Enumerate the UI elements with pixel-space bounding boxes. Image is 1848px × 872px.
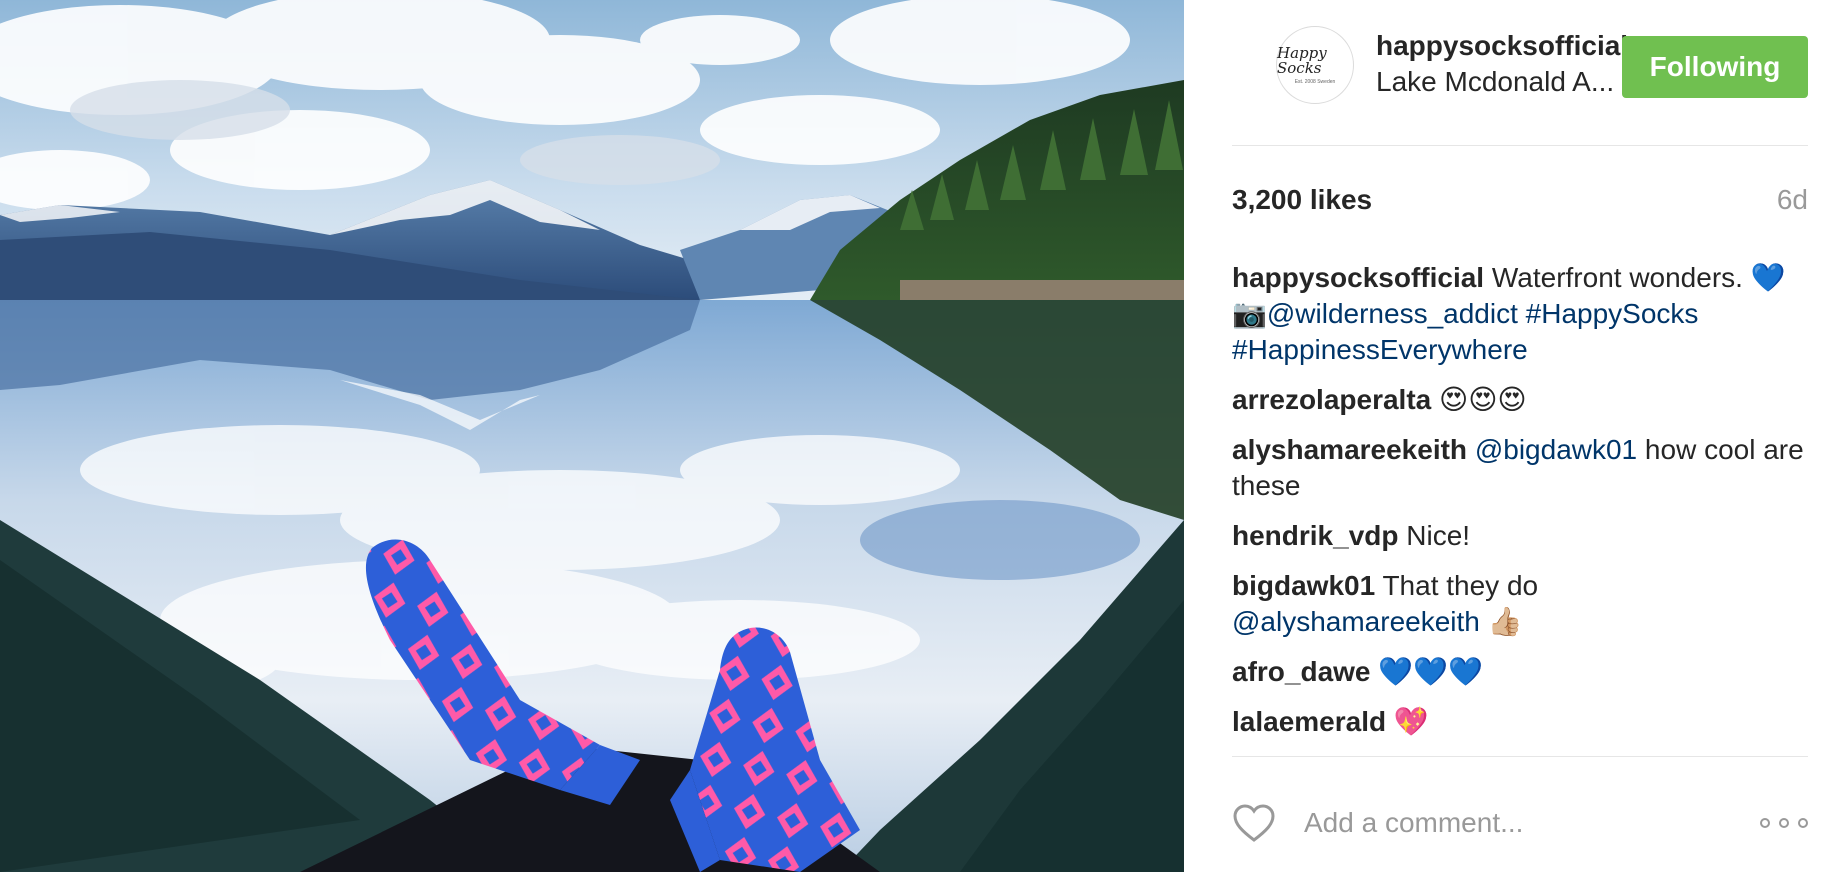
comment-username[interactable]: happysocksofficial <box>1232 262 1484 293</box>
comment-username[interactable]: lalaemerald <box>1232 706 1386 737</box>
comment-username[interactable]: afro_dawe <box>1232 656 1371 687</box>
comment-item: afro_dawe 💙💙💙 <box>1232 654 1808 690</box>
avatar-logo-text: Happy Socks <box>1277 43 1327 77</box>
add-comment-input[interactable] <box>1304 801 1724 845</box>
caption-text: Waterfront wonders. <box>1491 262 1743 293</box>
owner-info: happysocksofficial Lake Mcdonald A... <box>1376 28 1628 100</box>
avatar[interactable]: Happy Socks Est. 2008 Sweden <box>1276 26 1354 104</box>
dot <box>1798 818 1808 828</box>
post-age[interactable]: 6d <box>1777 184 1808 216</box>
comment-text: 💖 <box>1393 705 1429 738</box>
blue-heart-emoji: 💙 <box>1750 261 1786 294</box>
comment-text: That they do <box>1382 570 1539 601</box>
post-photo[interactable] <box>0 0 1184 872</box>
comment-mention[interactable]: @bigdawk01 <box>1475 434 1637 465</box>
comment-item: arrezolaperalta 😍😍😍 <box>1232 382 1808 418</box>
caption: happysocksofficial Waterfront wonders. 💙… <box>1232 260 1808 368</box>
comment-text: 😍😍😍 <box>1439 383 1527 416</box>
comment-username[interactable]: alyshamareekeith <box>1232 434 1467 465</box>
likes-row: 3,200 likes 6d <box>1232 184 1808 220</box>
photo-image <box>0 0 1184 872</box>
post-header: Happy Socks Est. 2008 Sweden happysockso… <box>1232 24 1808 146</box>
comments-list: happysocksofficial Waterfront wonders. 💙… <box>1232 260 1808 754</box>
caption-mention[interactable]: @wilderness_addict <box>1267 298 1518 329</box>
dot <box>1760 818 1770 828</box>
hashtag-happysocks[interactable]: #HappySocks <box>1526 298 1699 329</box>
post-location[interactable]: Lake Mcdonald A... <box>1376 64 1626 100</box>
following-button[interactable]: Following <box>1622 36 1808 98</box>
comment-text: 💙💙💙 <box>1378 655 1483 688</box>
comment-item: hendrik_vdp Nice! <box>1232 518 1808 554</box>
heart-outline-icon[interactable] <box>1232 803 1276 843</box>
avatar-logo-sub: Est. 2008 Sweden <box>1294 78 1336 85</box>
dot <box>1779 818 1789 828</box>
comment-mention[interactable]: @alyshamareekeith <box>1232 606 1480 637</box>
comment-item: lalaemerald 💖 <box>1232 704 1808 740</box>
thumbs-up-emoji: 👍🏼 <box>1487 605 1523 638</box>
comment-username[interactable]: bigdawk01 <box>1232 570 1375 601</box>
owner-username[interactable]: happysocksofficial <box>1376 28 1628 64</box>
comment-item: bigdawk01 That they do @alyshamareekeith… <box>1232 568 1808 640</box>
comment-footer <box>1232 756 1808 872</box>
camera-emoji: 📷 <box>1232 297 1267 330</box>
comment-text: Nice! <box>1406 520 1471 551</box>
comment-item: alyshamareekeith @bigdawk01 how cool are… <box>1232 432 1808 504</box>
more-options-icon[interactable] <box>1760 811 1808 835</box>
post-side-panel: Happy Socks Est. 2008 Sweden happysockso… <box>1184 0 1848 872</box>
likes-count[interactable]: 3,200 likes <box>1232 184 1372 216</box>
comment-username[interactable]: arrezolaperalta <box>1232 384 1431 415</box>
hashtag-happinesseverywhere[interactable]: #HappinessEverywhere <box>1232 334 1528 365</box>
comment-username[interactable]: hendrik_vdp <box>1232 520 1398 551</box>
